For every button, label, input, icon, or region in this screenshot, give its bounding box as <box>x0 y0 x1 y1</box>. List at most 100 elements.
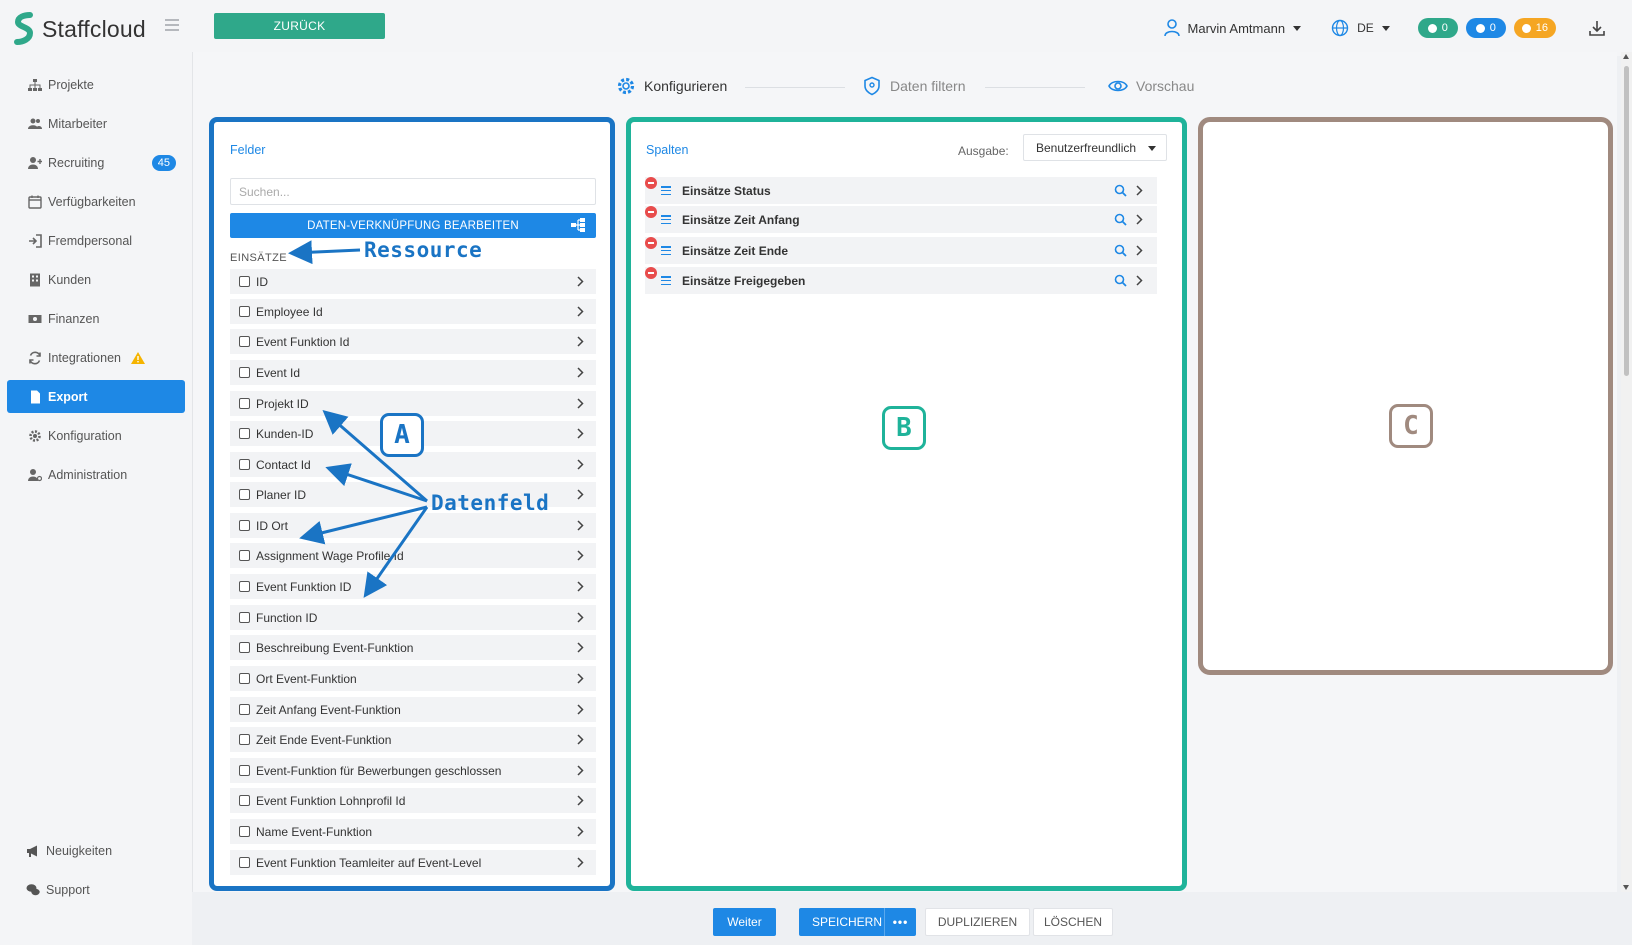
column-row-einsaetze-status[interactable]: Einsätze Status <box>645 177 1157 204</box>
field-checkbox[interactable] <box>239 520 250 531</box>
field-checkbox[interactable] <box>239 276 250 287</box>
search-icon[interactable] <box>1114 274 1127 287</box>
chevron-right-icon[interactable] <box>577 489 584 500</box>
field-row-id-ort[interactable]: ID Ort <box>230 513 596 538</box>
drag-handle-icon[interactable] <box>661 215 671 224</box>
column-row-einsaetze-zeit-ende[interactable]: Einsätze Zeit Ende <box>645 237 1157 264</box>
field-row-employee-id[interactable]: Employee Id <box>230 299 596 324</box>
field-row-event-funktion-id[interactable]: Event Funktion Id <box>230 329 596 354</box>
chevron-right-icon[interactable] <box>577 550 584 561</box>
app-logo[interactable]: Staffcloud <box>14 12 146 46</box>
remove-column-icon[interactable] <box>645 206 657 218</box>
field-checkbox[interactable] <box>239 550 250 561</box>
chevron-right-icon[interactable] <box>577 642 584 653</box>
chevron-right-icon[interactable] <box>1136 214 1143 225</box>
sidebar-item-projekte[interactable]: Projekte <box>7 68 185 101</box>
field-checkbox[interactable] <box>239 673 250 684</box>
chevron-right-icon[interactable] <box>1136 245 1143 256</box>
scroll-up-icon[interactable] <box>1623 54 1629 59</box>
chevron-right-icon[interactable] <box>577 704 584 715</box>
chevron-right-icon[interactable] <box>1136 185 1143 196</box>
drag-handle-icon[interactable] <box>661 246 671 255</box>
search-icon[interactable] <box>1114 184 1127 197</box>
step-vorschau[interactable]: Vorschau <box>1108 76 1194 96</box>
chevron-right-icon[interactable] <box>577 276 584 287</box>
field-checkbox[interactable] <box>239 398 250 409</box>
field-checkbox[interactable] <box>239 459 250 470</box>
field-row-zeit-ende-event-funktion[interactable]: Zeit Ende Event-Funktion <box>230 727 596 752</box>
sidebar-item-fremdpersonal[interactable]: Fremdpersonal <box>7 224 185 257</box>
sidebar-item-verfuegbarkeiten[interactable]: Verfügbarkeiten <box>7 185 185 218</box>
sidebar-item-administration[interactable]: Administration <box>7 458 185 491</box>
search-icon[interactable] <box>1114 213 1127 226</box>
page-scrollbar[interactable] <box>1621 52 1632 892</box>
field-checkbox[interactable] <box>239 306 250 317</box>
field-checkbox[interactable] <box>239 612 250 623</box>
chevron-right-icon[interactable] <box>577 459 584 470</box>
field-checkbox[interactable] <box>239 367 250 378</box>
sidebar-item-support[interactable]: Support <box>7 873 185 906</box>
sidebar-item-neuigkeiten[interactable]: Neuigkeiten <box>7 834 185 867</box>
notifications-counter[interactable]: 0 <box>1465 18 1506 38</box>
scroll-down-icon[interactable] <box>1623 885 1629 890</box>
sidebar-item-integrationen[interactable]: Integrationen <box>7 341 185 374</box>
duplicate-button[interactable]: DUPLIZIEREN <box>925 908 1030 936</box>
chevron-right-icon[interactable] <box>577 612 584 623</box>
field-checkbox[interactable] <box>239 704 250 715</box>
save-button[interactable]: SPEICHERN ••• <box>799 908 916 936</box>
chevron-right-icon[interactable] <box>577 336 584 347</box>
chevron-right-icon[interactable] <box>577 765 584 776</box>
chevron-right-icon[interactable] <box>577 857 584 868</box>
field-row-beschreibung-event-funktion[interactable]: Beschreibung Event-Funktion <box>230 635 596 660</box>
menu-toggle-icon[interactable] <box>165 19 179 31</box>
chevron-right-icon[interactable] <box>577 428 584 439</box>
chevron-right-icon[interactable] <box>577 673 584 684</box>
field-row-id[interactable]: ID <box>230 269 596 294</box>
sidebar-item-recruiting[interactable]: Recruiting 45 <box>7 146 185 179</box>
remove-column-icon[interactable] <box>645 267 657 279</box>
field-checkbox[interactable] <box>239 857 250 868</box>
field-row-ort-event-funktion[interactable]: Ort Event-Funktion <box>230 666 596 691</box>
chevron-right-icon[interactable] <box>1136 275 1143 286</box>
chevron-right-icon[interactable] <box>577 398 584 409</box>
field-row-function-id[interactable]: Function ID <box>230 605 596 630</box>
field-checkbox[interactable] <box>239 581 250 592</box>
search-icon[interactable] <box>1114 244 1127 257</box>
chevron-right-icon[interactable] <box>577 367 584 378</box>
drag-handle-icon[interactable] <box>661 186 671 195</box>
field-checkbox[interactable] <box>239 336 250 347</box>
delete-button[interactable]: LÖSCHEN <box>1033 908 1113 936</box>
field-checkbox[interactable] <box>239 489 250 500</box>
next-button[interactable]: Weiter <box>713 908 776 936</box>
step-konfigurieren[interactable]: Konfigurieren <box>616 76 727 96</box>
field-checkbox[interactable] <box>239 765 250 776</box>
field-row-event-id[interactable]: Event Id <box>230 360 596 385</box>
drag-handle-icon[interactable] <box>661 276 671 285</box>
field-row-event-funktion-bewerbungen-geschlossen[interactable]: Event-Funktion für Bewerbungen geschloss… <box>230 758 596 783</box>
step-daten-filtern[interactable]: Daten filtern <box>862 76 965 96</box>
sidebar-item-konfiguration[interactable]: Konfiguration <box>7 419 185 452</box>
sidebar-item-finanzen[interactable]: Finanzen <box>7 302 185 335</box>
field-checkbox[interactable] <box>239 795 250 806</box>
column-row-einsaetze-zeit-anfang[interactable]: Einsätze Zeit Anfang <box>645 206 1157 233</box>
field-checkbox[interactable] <box>239 826 250 837</box>
field-row-zeit-anfang-event-funktion[interactable]: Zeit Anfang Event-Funktion <box>230 697 596 722</box>
chevron-right-icon[interactable] <box>577 826 584 837</box>
remove-column-icon[interactable] <box>645 237 657 249</box>
scroll-thumb[interactable] <box>1624 66 1629 376</box>
download-icon[interactable] <box>1588 19 1606 37</box>
chevron-right-icon[interactable] <box>577 581 584 592</box>
sidebar-item-kunden[interactable]: Kunden <box>7 263 185 296</box>
chevron-right-icon[interactable] <box>577 306 584 317</box>
language-selector[interactable]: DE <box>1331 19 1390 37</box>
sidebar-item-mitarbeiter[interactable]: Mitarbeiter <box>7 107 185 140</box>
chevron-right-icon[interactable] <box>577 520 584 531</box>
field-checkbox[interactable] <box>239 428 250 439</box>
more-options-button[interactable]: ••• <box>884 908 916 936</box>
messages-counter[interactable]: 0 <box>1417 18 1458 38</box>
back-button[interactable]: ZURÜCK <box>214 13 385 39</box>
column-row-einsaetze-freigegeben[interactable]: Einsätze Freigegeben <box>645 267 1157 294</box>
edit-data-link-button[interactable]: DATEN-VERKNÜPFUNG BEARBEITEN <box>230 213 596 238</box>
field-checkbox[interactable] <box>239 642 250 653</box>
remove-column-icon[interactable] <box>645 177 657 189</box>
